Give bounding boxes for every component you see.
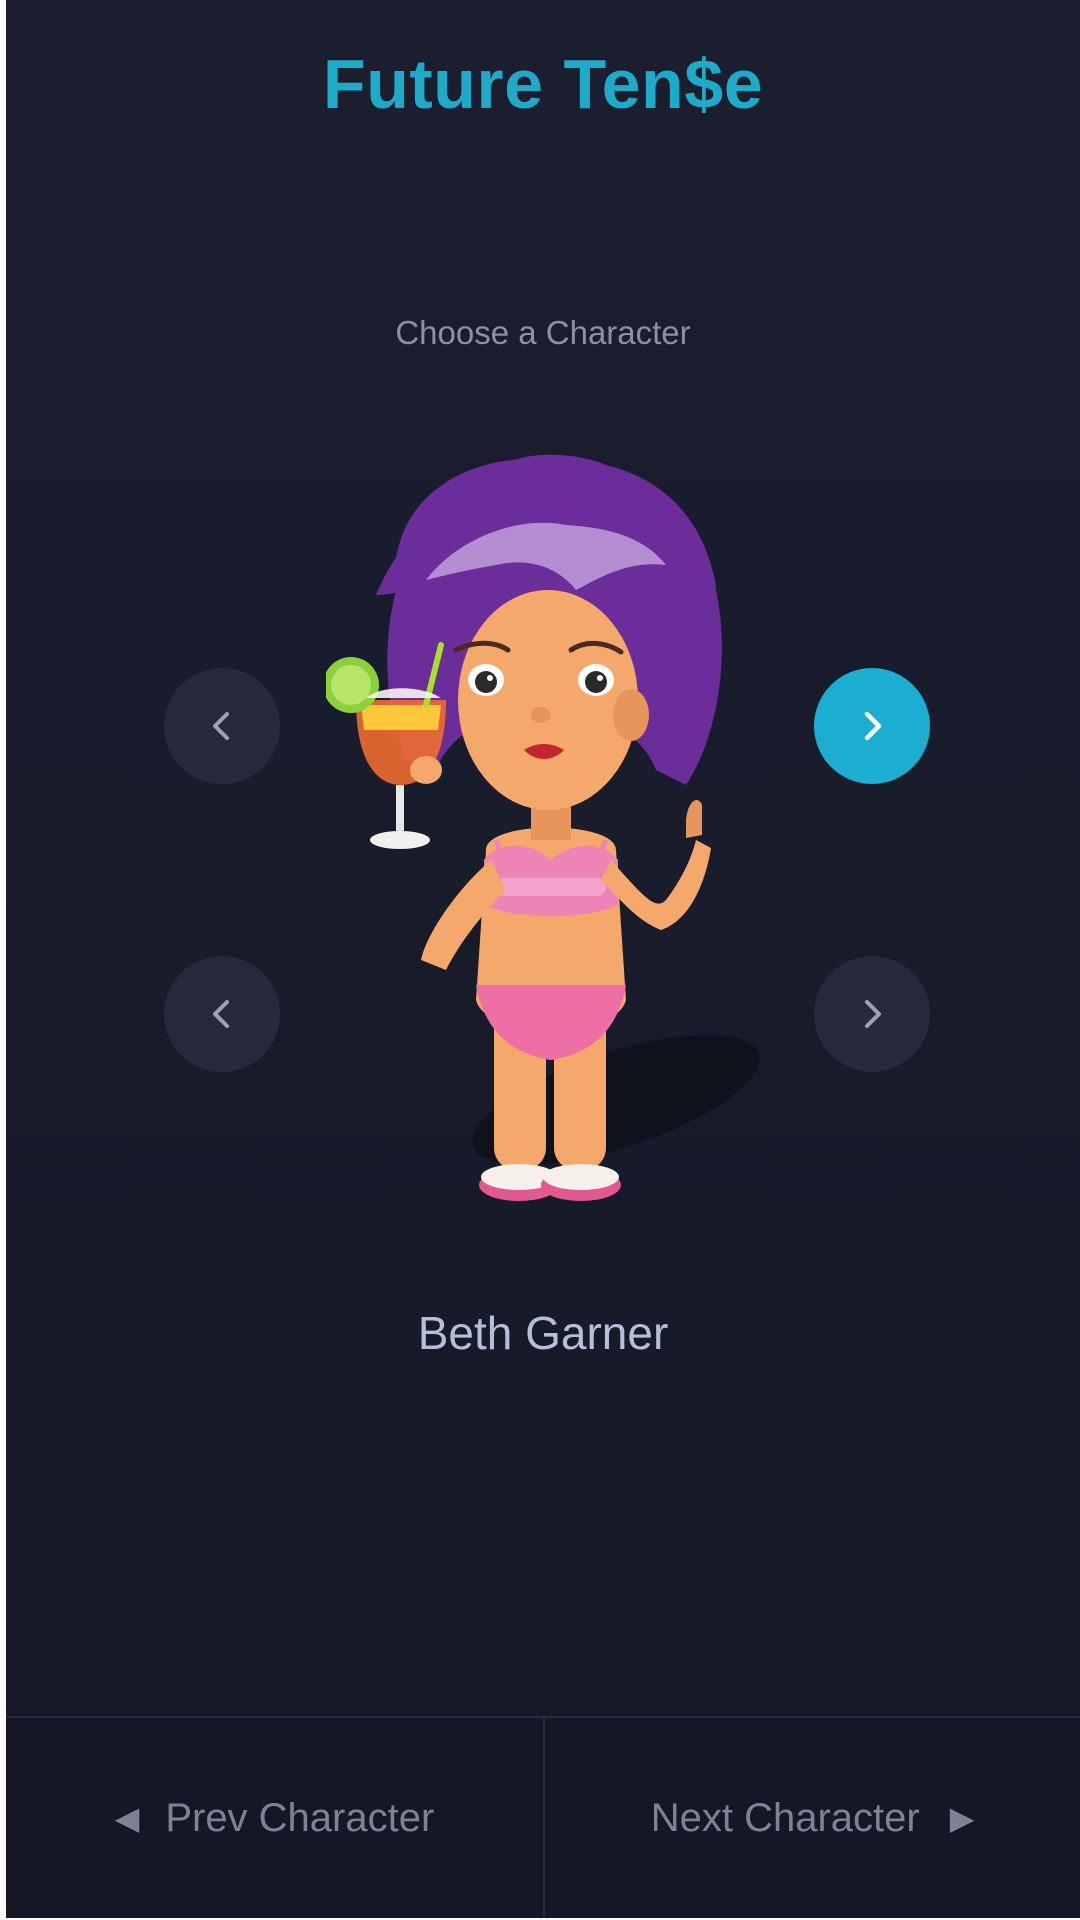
choose-character-subtitle: Choose a Character <box>395 314 691 351</box>
prev-character-button[interactable]: ◀ Prev Character <box>6 1718 543 1918</box>
prev-character-label: Prev Character <box>165 1795 435 1840</box>
next-arrow-top-button[interactable] <box>814 668 930 784</box>
prev-arrow-bottom-button[interactable] <box>164 956 280 1072</box>
chevron-left-icon <box>213 1000 229 1028</box>
chevron-left-icon <box>213 712 229 740</box>
app-title: Future Ten$e <box>322 45 764 123</box>
character-name: Beth Garner <box>417 1307 669 1359</box>
triangle-left-icon: ◀ <box>114 1800 140 1836</box>
chevron-right-icon <box>864 711 882 741</box>
prev-arrow-top-button[interactable] <box>164 668 280 784</box>
bottom-navigation-bar: ◀ Prev Character Next Character ▶ <box>6 1716 1080 1918</box>
triangle-right-icon: ▶ <box>949 1800 975 1836</box>
chevron-right-icon <box>865 1000 881 1028</box>
next-arrow-bottom-button[interactable] <box>814 956 930 1072</box>
character-avatar <box>323 440 766 1240</box>
next-character-button[interactable]: Next Character ▶ <box>543 1718 1080 1918</box>
next-character-label: Next Character <box>650 1795 920 1840</box>
character-select-screen: Future Ten$e Choose a Character Beth Gar… <box>6 0 1080 1918</box>
